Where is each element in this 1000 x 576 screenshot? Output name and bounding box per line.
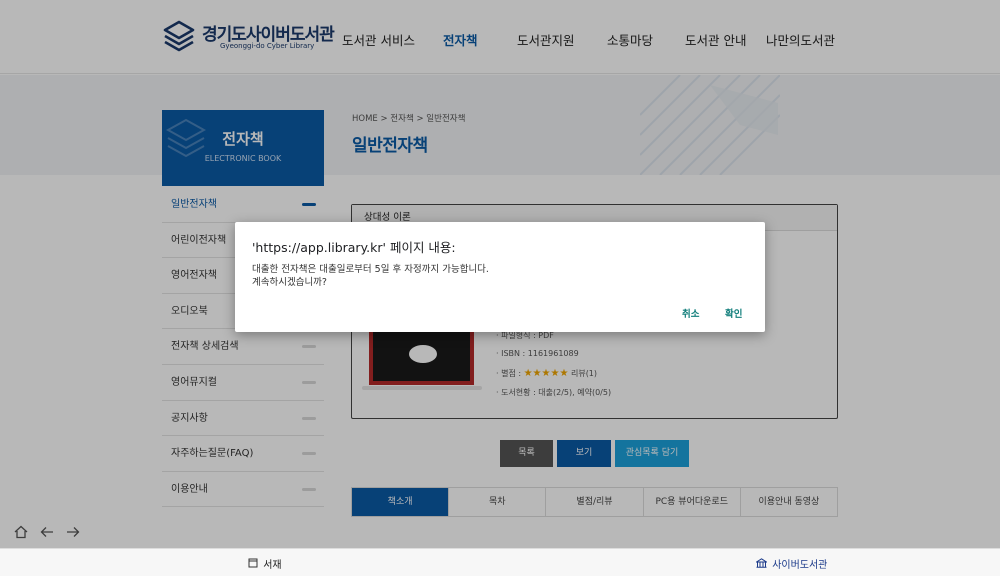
- bottom-bar: 서재 사이버도서관: [0, 548, 1000, 576]
- cyber-library-button[interactable]: 사이버도서관: [754, 556, 828, 571]
- cyber-library-label: 사이버도서관: [772, 560, 828, 571]
- library-icon: [754, 558, 770, 571]
- cancel-button[interactable]: 취소: [682, 306, 699, 320]
- dialog-title: 'https://app.library.kr' 페이지 내용:: [252, 240, 456, 255]
- confirm-button[interactable]: 확인: [725, 306, 742, 320]
- shelf-label: 서재: [263, 560, 282, 571]
- shelf-button[interactable]: 서재: [248, 556, 282, 571]
- dialog-message-line1: 대출한 전자책은 대출일로부터 5일 후 자정까지 가능합니다.: [252, 264, 489, 275]
- confirm-dialog: 'https://app.library.kr' 페이지 내용: 대출한 전자책…: [235, 222, 765, 332]
- book-icon: [248, 558, 261, 571]
- dialog-message-line2: 계속하시겠습니까?: [252, 277, 327, 288]
